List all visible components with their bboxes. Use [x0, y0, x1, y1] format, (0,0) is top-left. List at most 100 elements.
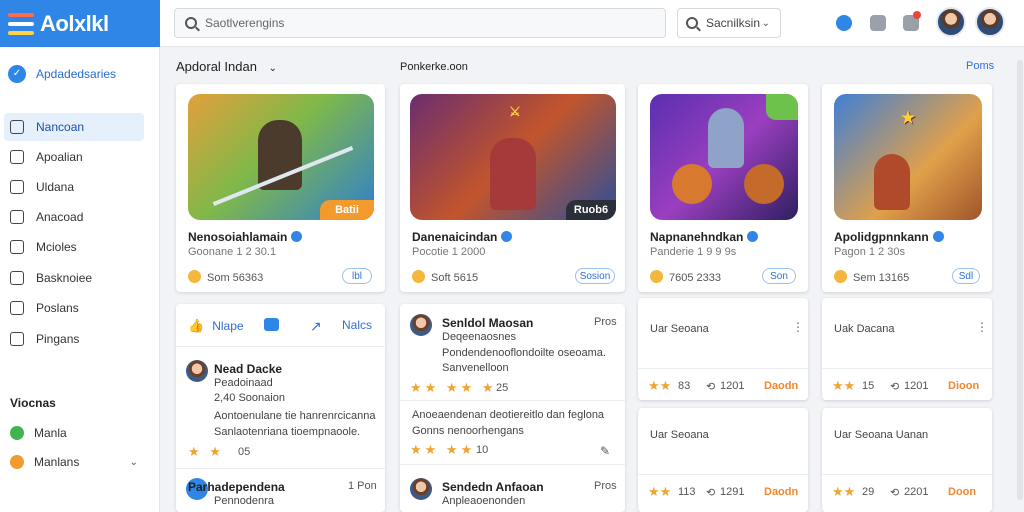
open-link[interactable]: Doon: [948, 486, 976, 498]
menu-icon[interactable]: [8, 12, 34, 35]
game-card[interactable]: ★ Apolidgpnnkann Pagon 1 2 30s Sem 13165…: [822, 84, 992, 292]
post-author[interactable]: Sendedn Anfaoan: [442, 480, 544, 494]
sidebar-item-3[interactable]: Anacoad: [4, 203, 144, 231]
game-thumbnail[interactable]: ★: [834, 94, 982, 220]
game-card[interactable]: Batii Nenosoiahlamain Goonane 1 2 30.1 S…: [176, 84, 385, 292]
share-button[interactable]: ↗: [310, 318, 322, 335]
avatar[interactable]: [186, 360, 208, 382]
post-handle: Peadoinaad: [214, 377, 273, 389]
more-icon[interactable]: ⋮: [792, 320, 804, 334]
sidebar-item-label: Mcioles: [36, 240, 77, 254]
sidebar-sub-label: Manlans: [34, 455, 80, 469]
app-logo[interactable]: Aolxlkl: [0, 0, 160, 47]
sidebar-item-6[interactable]: Poslans: [4, 294, 144, 322]
sidebar-sub-item-0[interactable]: Manla: [10, 426, 138, 440]
game-card[interactable]: ⚔ Ruob6 Danenaicindan Pocotie 1 2000 Sof…: [400, 84, 625, 292]
divider: [638, 474, 808, 475]
post-time: Pros: [594, 316, 617, 328]
sidebar-item-2[interactable]: Uldana: [4, 173, 144, 201]
game-action-pill[interactable]: Sdl: [952, 268, 980, 284]
chevron-down-icon: ⌄: [761, 17, 770, 29]
view-count: 1291: [720, 486, 745, 498]
user-icon: [10, 150, 24, 164]
avatar[interactable]: [936, 7, 966, 37]
fox-figure: [744, 164, 784, 204]
list-card[interactable]: Uar Seoana ★★ 113 ⟲ 1291 Daodn: [638, 408, 808, 512]
open-link[interactable]: Dioon: [948, 380, 979, 392]
rating-value: 25: [496, 382, 509, 394]
game-title-text: Apolidgpnnkann: [834, 230, 929, 244]
game-thumbnail[interactable]: Batii: [188, 94, 374, 220]
sidebar-sub-item-1[interactable]: Manlans ⌄: [10, 455, 138, 469]
character-figure: [258, 120, 302, 190]
list-card[interactable]: Uar Seoana ⋮ ★★ 83 ⟲ 1201 Daodn: [638, 298, 808, 400]
sidebar-item-5[interactable]: Basknoiee: [4, 264, 144, 292]
divider: [822, 368, 992, 369]
section-link[interactable]: Poms: [966, 60, 994, 72]
post-author[interactable]: Senldol Maosan: [442, 316, 533, 330]
rating-stars: ★★ ★★: [410, 442, 476, 457]
app-icon: [10, 455, 24, 469]
calendar-icon[interactable]: [870, 15, 886, 31]
comment-button[interactable]: [264, 318, 279, 331]
sidebar-sub-label: Manla: [34, 426, 67, 440]
filter-label: Sacnilksin: [706, 16, 761, 30]
post-time: Pros: [594, 480, 617, 492]
game-action-pill[interactable]: lbl: [342, 268, 372, 284]
game-meta-text: 7605 2333: [669, 272, 721, 284]
post-handle: Deqeenaosnes: [442, 331, 517, 343]
section-dropdown[interactable]: Apdoral Indan ⌄: [176, 59, 277, 74]
avatar[interactable]: [410, 478, 432, 500]
share-icon: ↗: [310, 318, 322, 334]
post-text: Pondendenooflondoilte oseoama.: [442, 347, 606, 359]
post-author[interactable]: Parhadependena: [188, 480, 285, 494]
sidebar-item-label: Uldana: [36, 180, 75, 194]
more-link[interactable]: Nalcs: [342, 318, 372, 332]
filter-dropdown[interactable]: Sacnilksin ⌄: [677, 8, 781, 38]
game-subtitle: Pagon 1 2 30s: [834, 246, 905, 258]
game-logo-art: ★: [900, 110, 916, 127]
post-handle: Anpleaoenonden: [442, 495, 526, 507]
app-icon: [10, 426, 24, 440]
divider: [638, 368, 808, 369]
sidebar-item-7[interactable]: Pingans: [4, 325, 144, 353]
list-card[interactable]: Uar Seoana Uanan ★★ 29 ⟲ 2201 Doon: [822, 408, 992, 512]
game-action-pill[interactable]: Son: [762, 268, 796, 284]
sidebar-header[interactable]: ✓ Apdadedsaries: [8, 65, 116, 83]
divider: [400, 400, 625, 401]
sidebar-item-4[interactable]: Mcioles: [4, 233, 144, 261]
character-figure: [708, 108, 744, 168]
open-link[interactable]: Daodn: [764, 380, 798, 392]
open-link[interactable]: Daodn: [764, 486, 798, 498]
avatar[interactable]: [410, 314, 432, 336]
sidebar-header-label: Apdadedsaries: [36, 67, 117, 81]
tag-icon: [10, 240, 24, 254]
coin-icon: [834, 270, 847, 283]
scrollbar[interactable]: [1017, 60, 1023, 500]
post-handle: Pennodenra: [214, 495, 274, 507]
sidebar-item-0[interactable]: Nancoan: [4, 113, 144, 141]
game-action-pill[interactable]: Sosion: [575, 268, 615, 284]
logo-text: Aolxlkl: [40, 10, 109, 36]
view-icon: ⟲: [706, 487, 716, 499]
search-input[interactable]: Saotlverengins: [174, 8, 666, 38]
play-icon[interactable]: [766, 94, 798, 120]
sidebar-item-1[interactable]: Apoalian: [4, 143, 144, 171]
view-count: 2201: [904, 486, 929, 498]
rating-stars: ★ ★: [188, 444, 224, 459]
game-thumbnail[interactable]: ⚔ Ruob6: [410, 94, 616, 220]
edit-icon[interactable]: ✎: [600, 444, 610, 458]
game-thumbnail[interactable]: [650, 94, 798, 220]
more-icon[interactable]: ⋮: [976, 320, 988, 334]
game-title: Nenosoiahlamain: [188, 230, 303, 244]
view-icon: ⟲: [890, 381, 900, 393]
divider: [176, 468, 385, 469]
view-icon: ⟲: [706, 381, 716, 393]
view-count: 1201: [904, 380, 929, 392]
notification-icon[interactable]: [836, 15, 852, 31]
list-card[interactable]: Uak Dacana ⋮ ★★ 15 ⟲ 1201 Dioon: [822, 298, 992, 400]
game-card[interactable]: Napnanehndkan Panderie 1 9 9 9s 7605 233…: [638, 84, 808, 292]
profile-avatar[interactable]: [975, 7, 1005, 37]
post-author[interactable]: Nead Dacke: [214, 362, 282, 376]
like-button[interactable]: 👍 Nlape: [188, 318, 244, 334]
